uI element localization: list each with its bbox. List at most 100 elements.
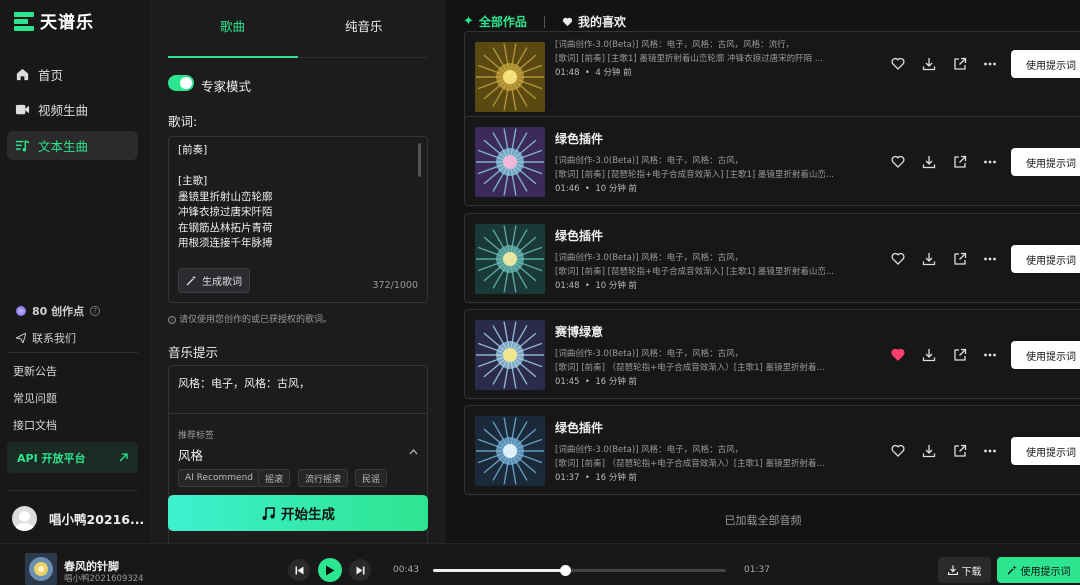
progress-fill <box>433 569 565 572</box>
more-icon[interactable] <box>983 348 997 362</box>
work-cover-art[interactable] <box>475 42 545 112</box>
nav-label: 首页 <box>38 68 64 83</box>
use-prompt-button[interactable]: 使用提示词 <box>1011 341 1080 369</box>
work-style-line: [词曲创作-3.0(Beta)] 风格：电子，风格：古风， <box>555 445 744 455</box>
app-name: 天谱乐 <box>40 13 94 33</box>
more-icon[interactable] <box>983 57 997 71</box>
work-cover-art[interactable] <box>475 416 545 486</box>
style-tag-chip[interactable]: 摇滚 <box>258 469 291 487</box>
use-prompt-button[interactable]: 使用提示词 <box>1011 148 1080 176</box>
download-icon[interactable] <box>922 252 936 266</box>
work-style-line: [词曲创作-3.0(Beta)] 风格：电子，风格：古风， <box>555 253 744 263</box>
current-time: 00:43 <box>393 565 419 575</box>
progress-handle[interactable] <box>559 565 571 576</box>
nav-item-video-to-music[interactable]: 视频生曲 <box>7 95 138 124</box>
generate-lyrics-button[interactable]: 生成歌词 <box>178 268 250 293</box>
previous-button[interactable] <box>288 559 310 581</box>
player-track-artist: 唱小鸭2021609324 <box>64 574 144 584</box>
heart-icon <box>562 17 573 26</box>
work-created-ago: 10 分钟 前 <box>595 184 638 194</box>
work-cover-art[interactable] <box>475 320 545 390</box>
share-icon[interactable] <box>953 155 967 169</box>
work-duration: 01:48 <box>555 68 580 78</box>
work-card[interactable]: 赛博绿意 [词曲创作-3.0(Beta)] 风格：电子，风格：古风， [歌词] … <box>464 309 1080 399</box>
work-lyrics-line: [歌词] [前奏] [琵琶轮指+电子合成音效渐入] [主歌1] 墨镜里折射着山峦… <box>555 170 834 180</box>
work-title[interactable]: 赛博绿意 <box>555 323 603 340</box>
music-note-icon <box>262 507 275 520</box>
style-tag-chip[interactable]: AI Recommend <box>178 469 261 487</box>
style-tag-chip[interactable]: 民谣 <box>355 469 388 487</box>
chevron-up-icon[interactable] <box>409 449 418 455</box>
credits-display[interactable]: 80 创作点 ? <box>16 303 101 319</box>
work-card[interactable]: [词曲创作-3.0(Beta)] 风格：电子，风格：古风，风格：流行， [歌词]… <box>464 31 1080 121</box>
download-icon[interactable] <box>922 348 936 362</box>
tab-my-likes[interactable]: 我的喜欢 <box>562 13 626 30</box>
style-tag-label: 风格 <box>178 448 204 463</box>
download-icon[interactable] <box>922 155 936 169</box>
work-title[interactable]: 绿色插件 <box>555 130 603 147</box>
music-prompt-input[interactable]: 风格：电子，风格：古风， <box>178 375 310 391</box>
work-card[interactable]: 绿色插件 [词曲创作-3.0(Beta)] 风格：电子，风格：古风， [歌词] … <box>464 116 1080 206</box>
download-button[interactable]: 下载 <box>938 557 991 583</box>
work-cover-art[interactable] <box>475 224 545 294</box>
expert-mode-toggle[interactable] <box>168 75 194 91</box>
share-icon[interactable] <box>953 348 967 362</box>
lyrics-textarea[interactable]: [前奏] [主歌] 墨镜里折射山峦轮廓 冲锋衣掠过唐宋阡陌 在钢筋丛林拓片青荷 … <box>168 136 428 303</box>
nav-label: 视频生曲 <box>38 103 89 118</box>
share-icon[interactable] <box>953 57 967 71</box>
download-icon[interactable] <box>922 57 936 71</box>
link-updates[interactable]: 更新公告 <box>13 363 57 379</box>
app-logo[interactable]: 天谱乐 <box>14 8 94 33</box>
sidebar: 天谱乐 首页 视频生曲 文本生曲 80 创作点 ? 联系我们 更新公告 常见问题… <box>0 0 150 543</box>
more-icon[interactable] <box>983 444 997 458</box>
work-cover-art[interactable] <box>475 127 545 197</box>
work-card[interactable]: 绿色插件 [词曲创作-3.0(Beta)] 风格：电子，风格：古风， [歌词] … <box>464 405 1080 495</box>
skip-next-icon <box>356 566 364 574</box>
arrow-up-right-icon <box>119 453 128 462</box>
use-prompt-button[interactable]: 使用提示词 <box>1011 437 1080 465</box>
work-created-ago: 16 分钟 前 <box>595 473 638 483</box>
music-prompt-label: 音乐提示 <box>168 345 219 360</box>
nav-item-text-to-music[interactable]: 文本生曲 <box>7 131 138 160</box>
use-prompt-button[interactable]: 使用提示词 <box>1011 245 1080 273</box>
home-icon <box>16 68 29 81</box>
share-icon[interactable] <box>953 252 967 266</box>
more-icon[interactable] <box>983 252 997 266</box>
more-icon[interactable] <box>983 155 997 169</box>
link-api-docs[interactable]: 接口文档 <box>13 417 57 433</box>
tab-all-works[interactable]: ✦ 全部作品 <box>463 13 527 30</box>
heart-outline-icon[interactable] <box>891 155 905 169</box>
heart-outline-icon[interactable] <box>891 252 905 266</box>
start-generate-button[interactable]: 开始生成 <box>168 495 428 531</box>
lyrics-hint-text: 请仅使用您创作的或已获授权的歌词。 <box>179 315 333 325</box>
contact-label: 联系我们 <box>32 332 76 345</box>
contact-us-link[interactable]: 联系我们 <box>16 330 76 346</box>
help-icon[interactable]: ? <box>90 306 101 316</box>
use-prompt-button[interactable]: 使用提示词 <box>1011 50 1080 78</box>
progress-bar[interactable] <box>433 565 726 576</box>
share-icon[interactable] <box>953 444 967 458</box>
tab-song[interactable]: 歌曲 <box>220 16 245 35</box>
heart-outline-icon[interactable] <box>891 444 905 458</box>
work-card[interactable]: 绿色插件 [词曲创作-3.0(Beta)] 风格：电子，风格：古风， [歌词] … <box>464 213 1080 303</box>
nav-item-home[interactable]: 首页 <box>7 60 138 89</box>
avatar <box>12 506 37 531</box>
work-duration: 01:46 <box>555 184 580 194</box>
user-profile[interactable]: 唱小鸭20216... <box>12 506 144 531</box>
play-button[interactable] <box>318 558 342 582</box>
next-button[interactable] <box>349 559 371 581</box>
active-tab-indicator <box>168 56 298 58</box>
work-lyrics-line: [歌词] [前奏] （琵琶轮指+电子合成音效渐入）[主歌1] 墨镜里折射着... <box>555 363 825 373</box>
api-platform-button[interactable]: API 开放平台 <box>7 442 138 473</box>
heart-outline-icon[interactable] <box>891 57 905 71</box>
tab-instrumental[interactable]: 纯音乐 <box>345 16 383 35</box>
heart-filled-icon[interactable] <box>891 348 905 362</box>
download-icon[interactable] <box>922 444 936 458</box>
lyrics-scrollbar[interactable] <box>418 143 421 177</box>
work-style-line: [词曲创作-3.0(Beta)] 风格：电子，风格：古风， <box>555 156 744 166</box>
work-title[interactable]: 绿色插件 <box>555 419 603 436</box>
work-title[interactable]: 绿色插件 <box>555 227 603 244</box>
player-use-prompt-button[interactable]: 使用提示词 <box>997 557 1080 583</box>
style-tag-chip[interactable]: 流行摇滚 <box>298 469 349 487</box>
link-faq[interactable]: 常见问题 <box>13 390 57 406</box>
